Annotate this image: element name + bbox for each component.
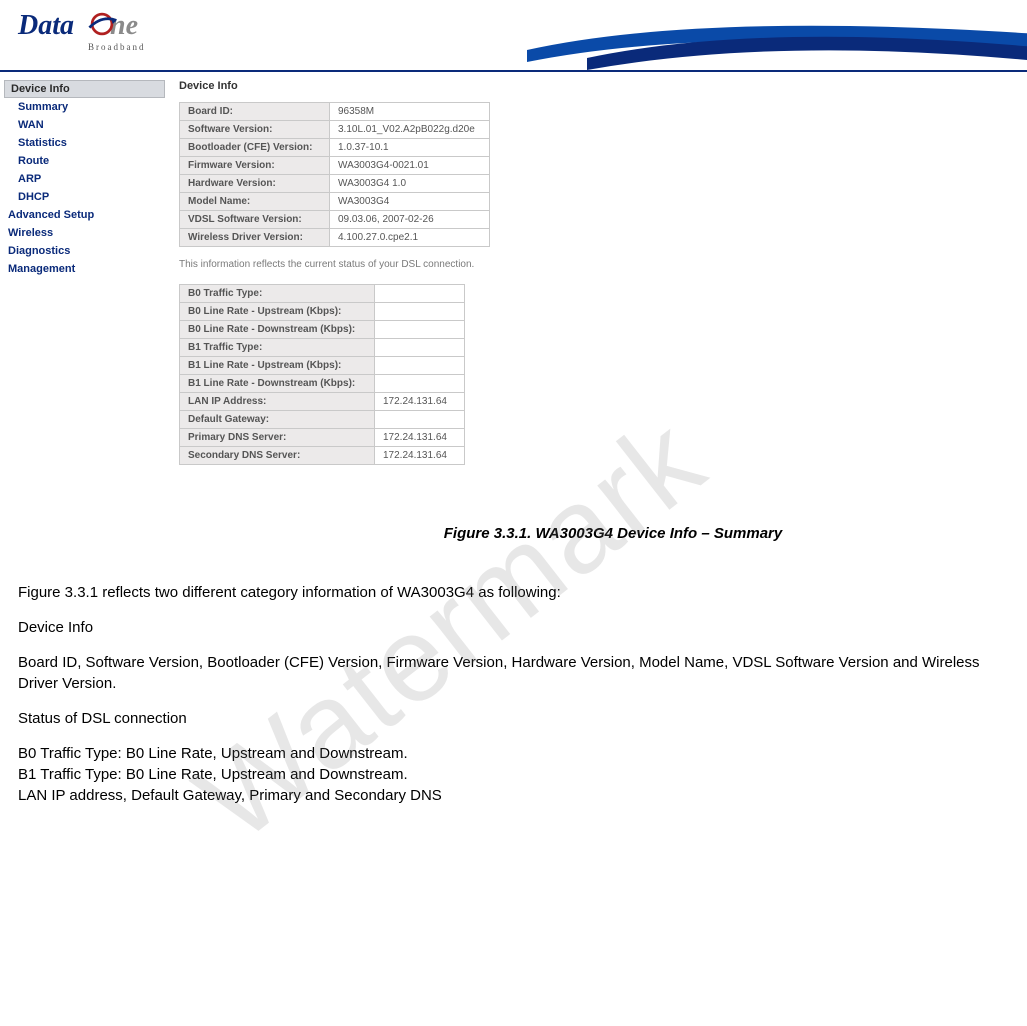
cell-val: 172.24.131.64	[375, 447, 465, 465]
table-row: B0 Line Rate - Upstream (Kbps):	[180, 303, 465, 321]
figure-caption: Figure 3.3.1. WA3003G4 Device Info – Sum…	[219, 525, 1007, 542]
logo: Data ne Broadband	[18, 10, 146, 52]
table-row: Hardware Version:WA3003G4 1.0	[180, 175, 490, 193]
table-row: Default Gateway:	[180, 411, 465, 429]
table-row: Primary DNS Server:172.24.131.64	[180, 429, 465, 447]
cell-val: 1.0.37-10.1	[330, 139, 490, 157]
cell-key: Primary DNS Server:	[180, 429, 375, 447]
cell-val	[375, 375, 465, 393]
cell-key: Wireless Driver Version:	[180, 229, 330, 247]
cell-key: B1 Line Rate - Upstream (Kbps):	[180, 357, 375, 375]
sidebar-item-statistics[interactable]: Statistics	[4, 134, 165, 152]
cell-key: Default Gateway:	[180, 411, 375, 429]
table-row: B0 Line Rate - Downstream (Kbps):	[180, 321, 465, 339]
sidebar: Device Info Summary WAN Statistics Route…	[0, 72, 165, 582]
cell-val: 3.10L.01_V02.A2pB022g.d20e	[330, 121, 490, 139]
cell-key: Board ID:	[180, 103, 330, 121]
table-row: VDSL Software Version:09.03.06, 2007-02-…	[180, 211, 490, 229]
cell-val	[375, 321, 465, 339]
cell-key: B1 Traffic Type:	[180, 339, 375, 357]
sidebar-item-management[interactable]: Management	[4, 260, 165, 278]
body-p4: Status of DSL connection	[18, 708, 1017, 729]
cell-key: B0 Line Rate - Downstream (Kbps):	[180, 321, 375, 339]
table-row: B1 Line Rate - Upstream (Kbps):	[180, 357, 465, 375]
banner-swoosh-icon	[527, 0, 1027, 72]
dsl-note: This information reflects the current st…	[179, 259, 1007, 270]
table-row: Model Name:WA3003G4	[180, 193, 490, 211]
sidebar-item-wireless[interactable]: Wireless	[4, 224, 165, 242]
sidebar-item-wan[interactable]: WAN	[4, 116, 165, 134]
cell-key: B0 Line Rate - Upstream (Kbps):	[180, 303, 375, 321]
cell-val: 4.100.27.0.cpe2.1	[330, 229, 490, 247]
body-p2: Device Info	[18, 617, 1017, 638]
cell-key: VDSL Software Version:	[180, 211, 330, 229]
table-row: B1 Line Rate - Downstream (Kbps):	[180, 375, 465, 393]
body-p6: B1 Traffic Type: B0 Line Rate, Upstream …	[18, 764, 1017, 785]
table-row: Wireless Driver Version:4.100.27.0.cpe2.…	[180, 229, 490, 247]
table-row: Secondary DNS Server:172.24.131.64	[180, 447, 465, 465]
cell-key: Firmware Version:	[180, 157, 330, 175]
cell-val: WA3003G4-0021.01	[330, 157, 490, 175]
cell-val: 09.03.06, 2007-02-26	[330, 211, 490, 229]
body-p3: Board ID, Software Version, Bootloader (…	[18, 652, 1017, 694]
cell-val	[375, 411, 465, 429]
dsl-status-table: B0 Traffic Type: B0 Line Rate - Upstream…	[179, 284, 465, 465]
cell-key: Secondary DNS Server:	[180, 447, 375, 465]
cell-val: WA3003G4 1.0	[330, 175, 490, 193]
device-info-table: Board ID:96358M Software Version:3.10L.0…	[179, 102, 490, 247]
body-text: Figure 3.3.1 reflects two different cate…	[0, 582, 1027, 840]
cell-val: WA3003G4	[330, 193, 490, 211]
main-content: Device Info Board ID:96358M Software Ver…	[165, 72, 1027, 582]
cell-val: 172.24.131.64	[375, 393, 465, 411]
table-row: Bootloader (CFE) Version:1.0.37-10.1	[180, 139, 490, 157]
table-row: Software Version:3.10L.01_V02.A2pB022g.d…	[180, 121, 490, 139]
cell-key: Hardware Version:	[180, 175, 330, 193]
cell-key: Model Name:	[180, 193, 330, 211]
cell-val	[375, 357, 465, 375]
sidebar-item-diagnostics[interactable]: Diagnostics	[4, 242, 165, 260]
cell-key: B1 Line Rate - Downstream (Kbps):	[180, 375, 375, 393]
body-p5: B0 Traffic Type: B0 Line Rate, Upstream …	[18, 743, 1017, 764]
sidebar-item-dhcp[interactable]: DHCP	[4, 188, 165, 206]
sidebar-item-route[interactable]: Route	[4, 152, 165, 170]
cell-val	[375, 339, 465, 357]
cell-key: Software Version:	[180, 121, 330, 139]
cell-val	[375, 285, 465, 303]
table-row: Firmware Version:WA3003G4-0021.01	[180, 157, 490, 175]
logo-subtext: Broadband	[88, 42, 146, 52]
table-row: B1 Traffic Type:	[180, 339, 465, 357]
table-row: LAN IP Address:172.24.131.64	[180, 393, 465, 411]
cell-val	[375, 303, 465, 321]
cell-key: LAN IP Address:	[180, 393, 375, 411]
header-banner: Data ne Broadband	[0, 0, 1027, 72]
table-row: B0 Traffic Type:	[180, 285, 465, 303]
globe-arrow-icon	[84, 6, 120, 42]
sidebar-header-device-info[interactable]: Device Info	[4, 80, 165, 98]
cell-key: B0 Traffic Type:	[180, 285, 375, 303]
sidebar-item-summary[interactable]: Summary	[4, 98, 165, 116]
body-p7: LAN IP address, Default Gateway, Primary…	[18, 785, 1017, 806]
sidebar-item-advanced-setup[interactable]: Advanced Setup	[4, 206, 165, 224]
logo-text-data: Data	[18, 10, 74, 41]
body-p1: Figure 3.3.1 reflects two different cate…	[18, 582, 1017, 603]
cell-val: 96358M	[330, 103, 490, 121]
section-title-device-info: Device Info	[179, 80, 1007, 92]
cell-key: Bootloader (CFE) Version:	[180, 139, 330, 157]
table-row: Board ID:96358M	[180, 103, 490, 121]
sidebar-item-arp[interactable]: ARP	[4, 170, 165, 188]
cell-val: 172.24.131.64	[375, 429, 465, 447]
